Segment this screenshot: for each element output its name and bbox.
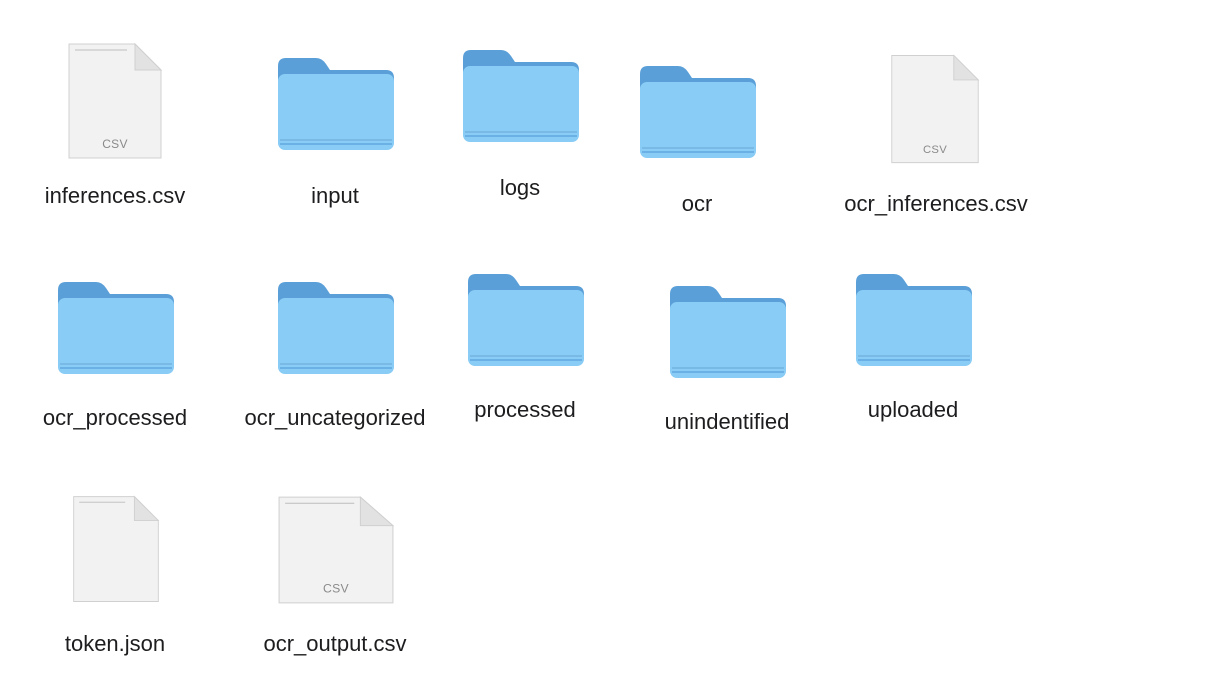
folder-label: ocr_processed bbox=[42, 405, 188, 430]
folder-icon bbox=[463, 50, 579, 142]
file-label: ocr_inferences.csv bbox=[844, 191, 1028, 216]
folder-icon bbox=[640, 66, 756, 158]
file-label: token.json bbox=[64, 631, 166, 656]
file-item-ocr-inferences-csv[interactable]: CSV ocr_inferences.csv bbox=[830, 48, 1040, 258]
csv-document-icon: CSV bbox=[891, 54, 980, 164]
folder-icon bbox=[670, 286, 786, 378]
folder-label: input bbox=[311, 183, 359, 208]
folder-label: processed bbox=[474, 397, 576, 422]
csv-document-icon: CSV bbox=[68, 42, 163, 159]
csv-badge: CSV bbox=[923, 144, 947, 156]
folder-item-processed[interactable]: processed bbox=[440, 266, 610, 436]
csv-badge: CSV bbox=[323, 582, 350, 596]
json-document-icon bbox=[73, 495, 160, 602]
folder-icon bbox=[278, 58, 394, 150]
file-label: inferences.csv bbox=[44, 183, 186, 208]
folder-label: logs bbox=[499, 175, 541, 200]
folder-label: ocr bbox=[681, 191, 713, 216]
file-item-token-json[interactable]: token.json bbox=[30, 488, 200, 668]
folder-item-uploaded[interactable]: uploaded bbox=[828, 266, 998, 436]
folder-item-ocr[interactable]: ocr bbox=[612, 58, 782, 228]
folder-label: ocr_uncategorized bbox=[244, 405, 426, 430]
file-label: ocr_output.csv bbox=[263, 631, 407, 656]
csv-document-icon: CSV bbox=[278, 495, 395, 604]
file-item-ocr-output-csv[interactable]: CSV ocr_output.csv bbox=[240, 492, 430, 672]
folder-item-input[interactable]: input bbox=[250, 50, 420, 220]
folder-item-ocr-processed[interactable]: ocr_processed bbox=[30, 274, 200, 444]
folder-icon bbox=[278, 282, 394, 374]
folder-label: unindentified bbox=[664, 409, 790, 434]
folder-label: uploaded bbox=[867, 397, 959, 422]
folder-item-ocr-uncategorized[interactable]: ocr_uncategorized bbox=[235, 274, 435, 474]
folder-icon bbox=[468, 274, 584, 366]
folder-icon bbox=[856, 274, 972, 366]
folder-item-logs[interactable]: logs bbox=[435, 42, 605, 212]
folder-item-unindentified[interactable]: unindentified bbox=[642, 278, 812, 448]
finder-icon-view: CSV inferences.csv input logs ocr CSV oc… bbox=[0, 0, 1222, 700]
folder-icon bbox=[58, 282, 174, 374]
file-item-inferences-csv[interactable]: CSV inferences.csv bbox=[30, 40, 200, 220]
csv-badge: CSV bbox=[102, 137, 128, 151]
